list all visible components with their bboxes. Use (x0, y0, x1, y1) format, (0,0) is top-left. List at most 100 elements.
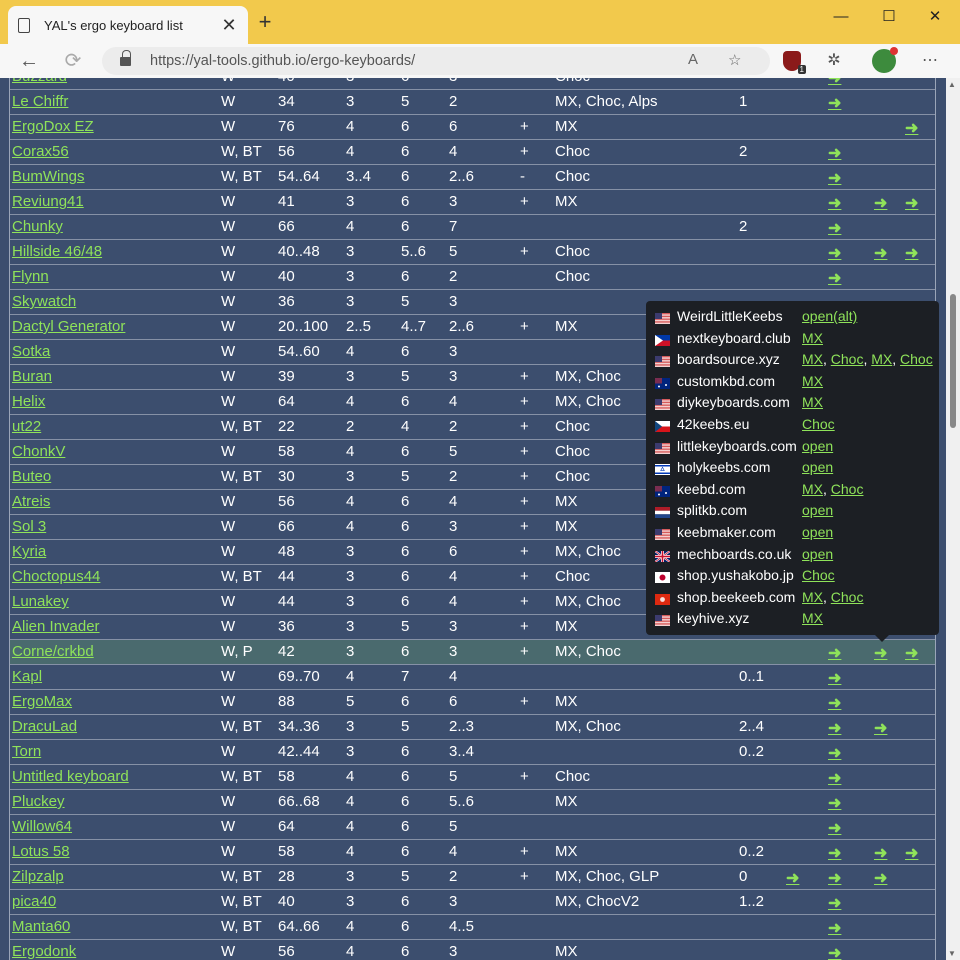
keyboard-name-link[interactable]: Choctopus44 (12, 568, 100, 585)
keyboard-name-link[interactable]: Pluckey (12, 793, 65, 810)
shop-link[interactable]: MX (802, 373, 823, 389)
keyboard-name-link[interactable]: BumWings (12, 168, 85, 185)
keyboard-name-link[interactable]: Sol 3 (12, 518, 46, 535)
browser-tab[interactable]: YAL's ergo keyboard list ✕ (8, 6, 248, 44)
keyboard-name-link[interactable]: Lotus 58 (12, 843, 70, 860)
shop-link-arrow-icon[interactable]: ➜ (874, 843, 887, 863)
shop-link[interactable]: open (802, 438, 833, 454)
shop-link[interactable]: open (802, 459, 833, 475)
shop-link-arrow-icon[interactable]: ➜ (828, 143, 841, 163)
keyboard-name-link[interactable]: ErgoMax (12, 693, 72, 710)
shop-link-arrow-icon[interactable]: ➜ (828, 743, 841, 763)
shop-link[interactable]: MX (802, 481, 823, 497)
shop-link[interactable]: Choc (802, 416, 835, 432)
shop-link-arrow-icon[interactable]: ➜ (874, 643, 887, 663)
shop-link[interactable]: MX (802, 610, 823, 626)
shop-link-arrow-icon[interactable]: ➜ (828, 943, 841, 960)
keyboard-name-link[interactable]: Skywatch (12, 293, 76, 310)
close-tab-icon[interactable]: ✕ (220, 15, 238, 36)
favorite-star-icon[interactable]: ☆ (728, 51, 741, 69)
shop-link[interactable]: MX (802, 351, 823, 367)
shop-link-arrow-icon[interactable]: ➜ (828, 918, 841, 938)
shop-link-arrow-icon[interactable]: ➜ (874, 243, 887, 263)
keyboard-name-link[interactable]: Kyria (12, 543, 46, 560)
keyboard-name-link[interactable]: Buran (12, 368, 52, 385)
shop-link-arrow-icon[interactable]: ➜ (828, 718, 841, 738)
shop-link[interactable]: MX (802, 394, 823, 410)
shop-link-arrow-icon[interactable]: ➜ (828, 643, 841, 663)
shop-link-arrow-icon[interactable]: ➜ (874, 718, 887, 738)
keyboard-name-link[interactable]: Zilpzalp (12, 868, 64, 885)
keyboard-name-link[interactable]: Corne/crkbd (12, 643, 94, 660)
shop-link-arrow-icon[interactable]: ➜ (828, 693, 841, 713)
shop-link-arrow-icon[interactable]: ➜ (905, 643, 918, 663)
keyboard-name-link[interactable]: pica40 (12, 893, 56, 910)
shop-link-arrow-icon[interactable]: ➜ (828, 668, 841, 688)
extension-shield-icon[interactable]: 1 (783, 51, 806, 74)
keyboard-name-link[interactable]: Buteo (12, 468, 51, 485)
new-tab-icon[interactable]: + (254, 11, 276, 34)
keyboard-name-link[interactable]: DracuLad (12, 718, 77, 735)
keyboard-name-link[interactable]: ut22 (12, 418, 41, 435)
shop-link-arrow-icon[interactable]: ➜ (905, 118, 918, 138)
keyboard-name-link[interactable]: Chunky (12, 218, 63, 235)
reload-icon[interactable]: ⟳ (60, 48, 86, 74)
keyboard-name-link[interactable]: Corax56 (12, 143, 69, 160)
profile-avatar[interactable] (872, 47, 898, 73)
minimize-icon[interactable]: — (818, 6, 864, 30)
shop-link-arrow-icon[interactable]: ➜ (828, 768, 841, 788)
keyboard-name-link[interactable]: ErgoDox EZ (12, 118, 94, 135)
shop-link-arrow-icon[interactable]: ➜ (828, 193, 841, 213)
maximize-icon[interactable]: ☐ (866, 6, 912, 30)
shop-link-arrow-icon[interactable]: ➜ (828, 818, 841, 838)
shop-link-arrow-icon[interactable]: ➜ (905, 193, 918, 213)
shop-link[interactable]: open (802, 308, 833, 324)
shop-link[interactable]: Choc (831, 351, 864, 367)
shop-link-arrow-icon[interactable]: ➜ (828, 78, 841, 88)
shop-link[interactable]: MX (802, 330, 823, 346)
keyboard-name-link[interactable]: Kapl (12, 668, 42, 685)
scroll-up-icon[interactable]: ▲ (948, 80, 956, 89)
back-icon[interactable]: ← (16, 48, 42, 74)
shop-link-arrow-icon[interactable]: ➜ (905, 843, 918, 863)
shop-link-arrow-icon[interactable]: ➜ (905, 243, 918, 263)
vertical-scrollbar[interactable]: ▲ ▼ (946, 78, 960, 960)
shop-link-arrow-icon[interactable]: ➜ (828, 218, 841, 238)
keyboard-name-link[interactable]: Lunakey (12, 593, 69, 610)
keyboard-name-link[interactable]: Hillside 46/48 (12, 243, 102, 260)
keyboard-name-link[interactable]: Helix (12, 393, 45, 410)
scroll-down-icon[interactable]: ▼ (948, 949, 956, 958)
keyboard-name-link[interactable]: Le Chiffr (12, 93, 68, 110)
shop-link[interactable]: MX (802, 589, 823, 605)
keyboard-name-link[interactable]: Flynn (12, 268, 49, 285)
keyboard-name-link[interactable]: Sotka (12, 343, 50, 360)
more-menu-icon[interactable]: ⋯ (918, 49, 942, 73)
shop-link-arrow-icon[interactable]: ➜ (874, 193, 887, 213)
shop-link[interactable]: Choc (900, 351, 933, 367)
keyboard-name-link[interactable]: Alien Invader (12, 618, 100, 635)
keyboard-name-link[interactable]: Manta60 (12, 918, 70, 935)
close-window-icon[interactable]: ✕ (912, 6, 958, 30)
keyboard-name-link[interactable]: Reviung41 (12, 193, 84, 210)
shop-link-arrow-icon[interactable]: ➜ (828, 893, 841, 913)
shop-link[interactable]: Choc (831, 589, 864, 605)
read-aloud-icon[interactable]: A (688, 51, 698, 68)
shop-link-arrow-icon[interactable]: ➜ (828, 793, 841, 813)
shop-link-arrow-icon[interactable]: ➜ (828, 268, 841, 288)
scrollbar-thumb[interactable] (950, 294, 956, 428)
shop-link-arrow-icon[interactable]: ➜ (874, 868, 887, 888)
shop-link[interactable]: (alt) (833, 308, 857, 324)
keyboard-name-link[interactable]: Willow64 (12, 818, 72, 835)
shop-link[interactable]: open (802, 546, 833, 562)
shop-link[interactable]: Choc (831, 481, 864, 497)
keyboard-name-link[interactable]: Untitled keyboard (12, 768, 129, 785)
shop-link-arrow-icon[interactable]: ➜ (828, 843, 841, 863)
keyboard-name-link[interactable]: Ergodonk (12, 943, 76, 960)
keyboard-name-link[interactable]: ChonkV (12, 443, 65, 460)
shop-link-arrow-icon[interactable]: ➜ (828, 868, 841, 888)
keyboard-name-link[interactable]: Torn (12, 743, 41, 760)
shop-link[interactable]: MX (871, 351, 892, 367)
extensions-puzzle-icon[interactable]: ✲ (822, 49, 846, 73)
shop-link[interactable]: open (802, 524, 833, 540)
keyboard-name-link[interactable]: Buzzard (12, 78, 67, 85)
